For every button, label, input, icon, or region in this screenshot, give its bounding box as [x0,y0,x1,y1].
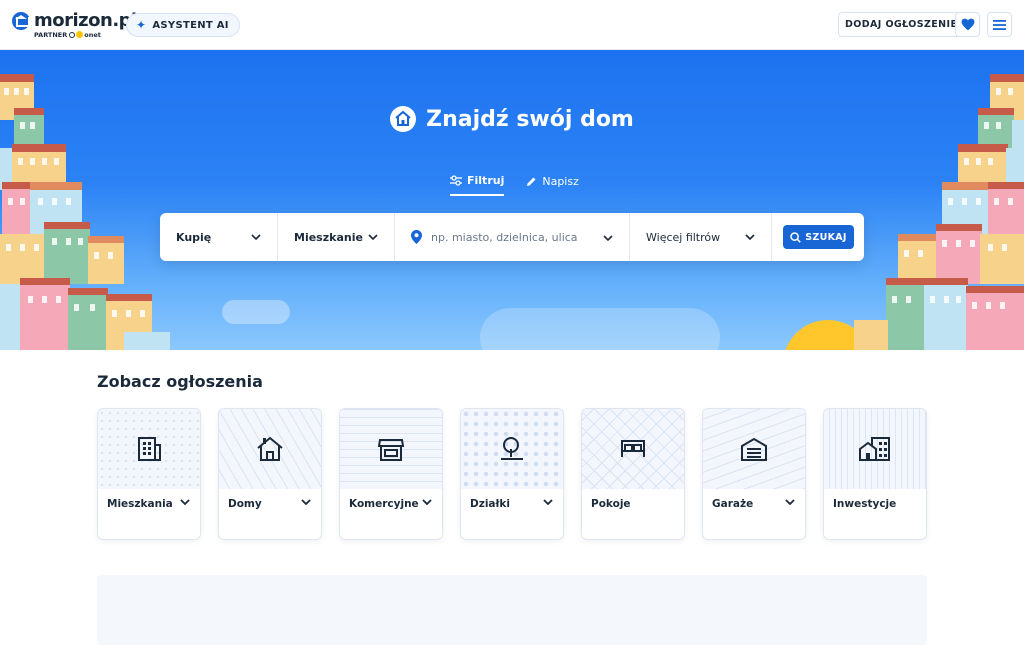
category-label: Garaże [712,498,754,510]
category-cards: Mieszkania Domy Komercyjne Działki Pokoj… [97,408,927,540]
search-bar: Kupię Mieszkanie np. miasto, dzielnica, … [160,213,864,261]
hamburger-menu-icon [993,19,1006,30]
search-button-label: SZUKAJ [805,231,847,243]
card-illustration [703,409,805,489]
storefront-icon [377,439,405,461]
search-mode-tabs: Filtruj Napisz [450,172,579,198]
listings-section-title: Zobacz ogłoszenia [97,372,263,391]
card-illustration [219,409,321,489]
card-illustration [461,409,563,489]
card-illustration [340,409,442,489]
location-chevron[interactable] [603,231,613,244]
chevron-down-icon[interactable] [543,499,553,505]
category-card-garages[interactable]: Garaże [702,408,806,540]
sliders-icon [450,174,462,186]
sparkle-icon: ✦ [136,18,147,32]
chevron-down-icon [603,234,613,241]
add-listing-button[interactable]: DODAJ OGŁOSZENIE [838,12,965,37]
card-illustration [824,409,926,489]
onet-dot-icon [76,31,84,38]
cloud-decoration [222,300,290,324]
category-label: Inwestycje [833,498,897,510]
garage-icon [741,437,767,461]
hero-banner: Znajdź swój dom Filtruj Napisz Kupię Mie… [0,50,1024,350]
tab-filter[interactable]: Filtruj [450,172,505,196]
tab-filter-label: Filtruj [467,173,505,187]
top-header: morizon.pl PARTNER onet ✦ ASYSTENT AI DOD… [0,0,1024,50]
partner-prefix: PARTNER [34,31,68,39]
tab-write[interactable]: Napisz [526,172,579,190]
partner-ring-icon [69,32,76,38]
chevron-down-icon[interactable] [301,499,311,505]
transaction-value: Kupię [176,230,212,244]
property-type-value: Mieszkanie [294,230,363,244]
house-logo-icon [12,12,30,30]
category-label: Działki [470,498,510,510]
category-card-plots[interactable]: Działki [460,408,564,540]
category-card-apartments[interactable]: Mieszkania [97,408,201,540]
location-pin-icon [411,230,422,244]
menu-button[interactable] [987,12,1012,37]
more-filters-select[interactable]: Więcej filtrów [630,213,772,261]
ai-assistant-label: ASYSTENT AI [152,19,229,31]
bed-icon [621,440,645,457]
more-filters-label: Więcej filtrów [646,230,721,244]
category-label: Mieszkania [107,498,173,510]
chevron-down-icon [745,234,755,240]
location-input[interactable]: np. miasto, dzielnica, ulica [395,213,630,261]
category-label: Pokoje [591,498,631,510]
category-card-rooms[interactable]: Pokoje [581,408,685,540]
chevron-down-icon[interactable] [785,499,795,505]
partner-tagline: PARTNER onet [34,31,101,39]
location-placeholder: np. miasto, dzielnica, ulica [431,230,578,244]
card-illustration [98,409,200,489]
transaction-select[interactable]: Kupię [160,213,278,261]
card-illustration [582,409,684,489]
promo-banner-placeholder [97,575,927,645]
category-card-investments[interactable]: Inwestycje [823,408,927,540]
buildings-icon [859,437,890,461]
category-label: Komercyjne [349,498,419,510]
chevron-down-icon [251,234,261,240]
favorites-button[interactable] [955,12,980,37]
property-type-select[interactable]: Mieszkanie [278,213,395,261]
category-label: Domy [228,498,262,510]
home-circle-icon [390,106,417,132]
hero-title: Znajdź swój dom [0,106,1024,132]
chevron-down-icon[interactable] [422,499,432,505]
tree-plot-icon [501,437,523,460]
ai-assistant-button[interactable]: ✦ ASYSTENT AI [126,13,240,37]
tab-write-label: Napisz [542,174,579,188]
hero-title-text: Znajdź swój dom [426,107,634,132]
apartment-building-icon [138,437,161,461]
logo-text: morizon.pl [34,10,137,31]
house-icon [257,436,283,461]
add-listing-label: DODAJ OGŁOSZENIE [845,19,958,30]
search-icon [790,231,801,243]
pencil-icon [527,177,536,186]
search-button[interactable]: SZUKAJ [783,225,854,249]
category-card-commercial[interactable]: Komercyjne [339,408,443,540]
partner-name: onet [84,31,101,39]
heart-icon [961,18,974,31]
chevron-down-icon [368,234,378,240]
category-card-houses[interactable]: Domy [218,408,322,540]
cloud-decoration [480,308,720,350]
chevron-down-icon[interactable] [180,499,190,505]
